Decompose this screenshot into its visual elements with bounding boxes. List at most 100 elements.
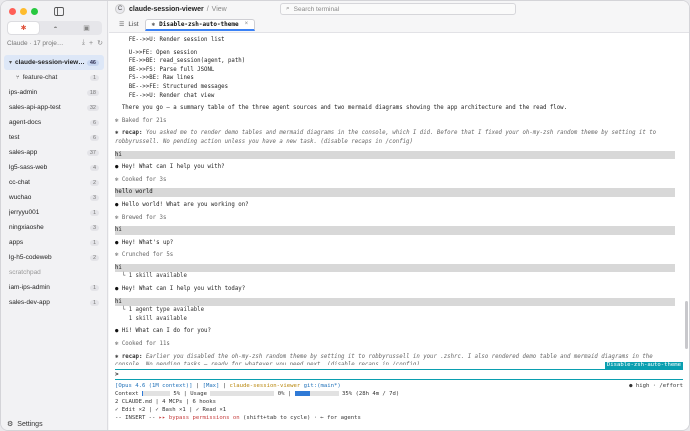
project-name: test [9, 134, 20, 141]
sidebar-project-item[interactable]: sales-app 37 [4, 145, 104, 160]
session-count-badge: 6 [89, 134, 99, 141]
settings-button[interactable]: ⚙ Settings [7, 420, 43, 429]
search-input[interactable]: ⌕ Search terminal [280, 3, 516, 15]
tab-session[interactable]: ✱ Disable-zsh-auto-theme × [144, 18, 256, 31]
terminal-output[interactable]: FE-->>U: Render session list U->>FE: Ope… [109, 34, 683, 365]
project-name: lg-h5-codeweb [9, 254, 52, 261]
sidebar-project-item[interactable]: lg-h5-codeweb 2 [4, 250, 104, 265]
user-message: hi [115, 297, 675, 307]
timing-line: ✻ Brewed for 3s [115, 214, 167, 221]
add-project-icon[interactable]: + [89, 40, 93, 47]
search-placeholder: Search terminal [293, 5, 340, 13]
sidebar-project-item[interactable]: iam-ips-admin 1 [4, 280, 104, 295]
tab-bar: ☰ List ✱ Disable-zsh-auto-theme × [109, 17, 689, 33]
recap-label: recap: [121, 130, 143, 137]
bullet-icon: ● [115, 239, 122, 246]
session-count-badge: 32 [86, 104, 99, 111]
breadcrumb-separator: / [206, 5, 209, 13]
assistant-text: Hello world! What are you working on? [121, 201, 249, 208]
app-window: ✱ ◓ ▣ Claude · 17 proje… ⤓ + ↻ ▾ claude-s… [0, 0, 690, 431]
sidebar-project-item[interactable]: ips-admin 18 [4, 85, 104, 100]
sidebar-toggle-icon[interactable] [53, 5, 65, 17]
sidebar-project-item[interactable]: sales-dev-app 1 [4, 295, 104, 310]
terminal-source-tab[interactable]: ▣ [71, 21, 102, 35]
assistant-message: ● Hey! What can I help you with? [115, 163, 675, 172]
project-name: sales-app [9, 149, 38, 156]
close-window-button[interactable] [9, 8, 16, 15]
sidebar-project-item[interactable]: lg5-sass-web 4 [4, 160, 104, 175]
branch-icon: ⑂ [16, 74, 20, 81]
tab-list[interactable]: ☰ List [113, 19, 145, 31]
chevron-down-icon[interactable]: ▾ [9, 59, 12, 66]
tab-list-label: List [128, 21, 139, 28]
effort-label: ● high · /effort [629, 383, 683, 389]
status-row-config: 2 CLAUDE.md | 4 MCPs | 6 hooks [115, 399, 217, 405]
tab-session-label: Disable-zsh-auto-theme [159, 20, 239, 28]
sidebar-project-item[interactable]: jerryyu001 1 [4, 205, 104, 220]
zoom-window-button[interactable] [31, 8, 38, 15]
bypass-permissions-label: ▸▸ bypass permissions on [158, 415, 240, 421]
plan-label: [Max] [202, 383, 220, 389]
terminal-scrollbar[interactable] [685, 301, 688, 349]
context-bar-fill [141, 391, 144, 396]
sidebar-project-item[interactable]: ⑂ feature-chat 1 [4, 70, 104, 85]
claude-source-tab[interactable]: ✱ [8, 22, 39, 34]
sidebar: ✱ ◓ ▣ Claude · 17 proje… ⤓ + ↻ ▾ claude-s… [1, 1, 108, 430]
openai-source-tab[interactable]: ◓ [40, 21, 71, 35]
tool-result-line: └ 1 agent type available [115, 307, 205, 314]
sidebar-project-item[interactable]: ningxiaoshe 3 [4, 220, 104, 235]
claude-icon: ✱ [20, 25, 27, 32]
refresh-icon[interactable]: ↻ [97, 39, 103, 47]
sidebar-project-item[interactable]: test 6 [4, 130, 104, 145]
usage-label: Usage [190, 391, 208, 397]
usage-bar [210, 391, 275, 396]
project-name: ningxiaoshe [9, 224, 44, 231]
sidebar-project-item[interactable]: sales-api-app-test 32 [4, 100, 104, 115]
mode-prefix: -- INSERT -- [115, 415, 159, 421]
session-count-badge: 1 [89, 209, 99, 216]
project-name: claude-session-view… [15, 59, 85, 66]
sidebar-project-item[interactable]: ▾ claude-session-view… 46 [4, 55, 104, 70]
assistant-message: ● Hey! What can I help you with today? [115, 285, 675, 294]
session-tag: Disable-zsh-auto-theme [604, 362, 683, 369]
close-tab-icon[interactable]: × [245, 21, 249, 27]
project-name: apps [9, 239, 24, 246]
assistant-message: ● Hey! What's up? [115, 239, 675, 248]
terminal-icon: ▣ [83, 25, 90, 32]
session-count-badge: 1 [89, 299, 99, 306]
sidebar-project-item[interactable]: apps 1 [4, 235, 104, 250]
breadcrumb-project[interactable]: claude-session-viewer [129, 6, 204, 13]
minimize-window-button[interactable] [20, 8, 27, 15]
timing-line: ✻ Baked for 21s [115, 117, 167, 124]
week-bar-fill [294, 391, 311, 396]
recap-icon: ✱ [115, 353, 122, 360]
breadcrumb-view[interactable]: View [212, 6, 227, 13]
sidebar-project-item[interactable]: cc-chat 2 [4, 175, 104, 190]
context-pct: 5% [173, 391, 181, 397]
session-count-badge: 3 [89, 224, 99, 231]
list-icon: ☰ [119, 22, 125, 28]
project-name: sales-api-app-test [9, 104, 61, 111]
session-count-badge: 2 [89, 179, 99, 186]
session-count-badge: 1 [89, 74, 99, 81]
project-name: agent-docs [9, 119, 42, 126]
collapse-all-icon[interactable]: ⤓ [82, 39, 85, 47]
timing-line: ✻ Cooked for 11s [115, 341, 170, 348]
sidebar-project-item[interactable]: scratchpad [4, 265, 104, 280]
project-name: sales-dev-app [9, 299, 50, 306]
project-list: ▾ claude-session-view… 46 ⑂ feature-chat 1 ips… [4, 55, 104, 310]
project-name: lg5-sass-web [9, 164, 48, 171]
sidebar-project-item[interactable]: agent-docs 6 [4, 115, 104, 130]
assistant-message: ● Hello world! What are you working on? [115, 201, 675, 210]
status-row-mode: -- INSERT -- ▸▸ bypass permissions on (s… [115, 414, 683, 422]
sidebar-project-item[interactable]: wuchao 3 [4, 190, 104, 205]
prompt-input[interactable]: > [115, 371, 683, 380]
timing-line: ✻ Crunched for 5s [115, 252, 174, 259]
user-message: hi [115, 150, 675, 160]
assistant-message: ● Hi! What can I do for you? [115, 327, 675, 336]
session-count-badge: 1 [89, 284, 99, 291]
settings-label: Settings [17, 420, 43, 428]
session-count-badge: 6 [89, 119, 99, 126]
assistant-text: Hey! What's up? [121, 239, 174, 246]
recap-label: recap: [121, 353, 143, 360]
